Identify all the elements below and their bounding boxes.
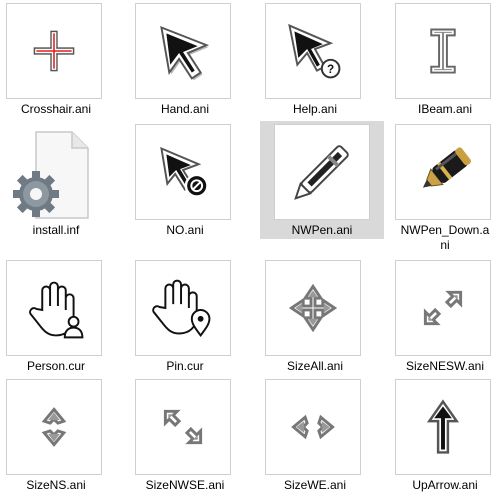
file-name: Help.ani	[292, 102, 338, 116]
thumbnail	[135, 124, 231, 220]
thumbnail	[135, 379, 231, 475]
arrow-cursor-icon	[160, 25, 210, 81]
thumbnail	[6, 3, 102, 99]
svg-text:?: ?	[327, 63, 334, 76]
file-name: install.inf	[32, 223, 80, 237]
file-name: SizeNESW.ani	[405, 359, 485, 373]
resize-nesw-cursor-icon	[423, 290, 463, 326]
help-cursor-icon: ?	[288, 23, 341, 79]
file-name: SizeWE.ani	[283, 478, 347, 492]
file-name: SizeNS.ani	[26, 478, 86, 492]
file-name: NO.ani	[166, 223, 204, 237]
file-name: NWPen_Down.a	[400, 223, 490, 237]
file-name: Person.cur	[26, 359, 86, 373]
file-name: SizeAll.ani	[286, 359, 344, 373]
resize-nwse-cursor-icon	[163, 409, 203, 445]
thumbnail	[395, 124, 491, 220]
fountain-pen-cursor-icon	[422, 147, 471, 188]
thumbnail	[265, 379, 361, 475]
file-name-continued: ni	[440, 238, 450, 252]
file-name: SizeNWSE.ani	[145, 478, 225, 492]
ibeam-cursor-icon	[430, 28, 456, 74]
no-cursor-icon	[160, 146, 209, 198]
thumbnail	[395, 3, 491, 99]
resize-ns-cursor-icon	[41, 407, 67, 447]
setup-file-icon	[13, 131, 89, 219]
thumbnail	[274, 124, 370, 220]
thumbnail	[6, 124, 102, 220]
file-name: IBeam.ani	[417, 102, 473, 116]
resize-we-cursor-icon	[291, 414, 335, 440]
up-arrow-cursor-icon	[426, 399, 460, 454]
thumbnail: ?	[265, 3, 361, 99]
thumbnail	[135, 3, 231, 99]
file-name: Crosshair.ani	[20, 102, 92, 116]
move-cursor-icon	[288, 283, 338, 333]
file-name: Hand.ani	[160, 102, 210, 116]
crosshair-cursor-icon	[33, 30, 75, 72]
file-name: Pin.cur	[166, 359, 204, 373]
thumbnail	[265, 260, 361, 356]
pen-cursor-icon	[294, 145, 349, 200]
person-select-cursor-icon	[29, 281, 84, 339]
thumbnail	[395, 379, 491, 475]
thumbnail	[6, 260, 102, 356]
file-name: UpArrow.ani	[412, 478, 478, 492]
thumbnail	[135, 260, 231, 356]
pin-select-cursor-icon	[152, 279, 211, 338]
file-name: NWPen.ani	[291, 223, 353, 237]
thumbnail	[6, 379, 102, 475]
thumbnail	[395, 260, 491, 356]
